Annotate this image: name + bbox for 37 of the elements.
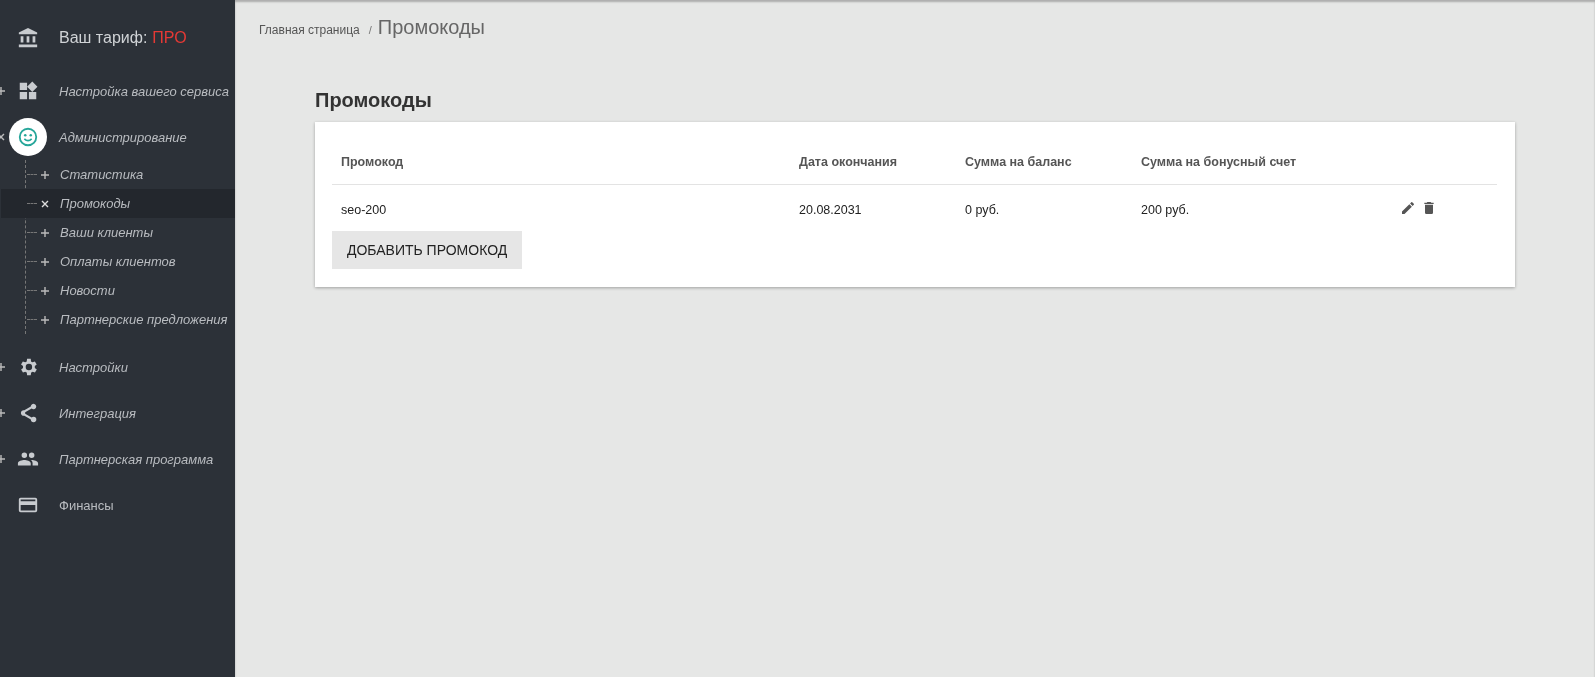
submenu-item[interactable]: Статистика xyxy=(1,160,235,189)
plus-icon xyxy=(41,170,49,179)
plan-label: Ваш тариф: xyxy=(59,29,148,47)
plus-icon xyxy=(41,257,49,266)
column-header: Промокод xyxy=(332,140,790,185)
plus-icon xyxy=(41,228,49,237)
table-cell: seo-200 xyxy=(332,184,790,231)
widgets-icon xyxy=(17,80,39,102)
sidebar-item[interactable]: Финансы xyxy=(0,482,235,528)
breadcrumb-link[interactable]: Главная страница xyxy=(259,23,360,37)
table-cell: 0 руб. xyxy=(956,184,1132,231)
trash-icon[interactable] xyxy=(1421,200,1437,216)
column-header: Сумма на баланс xyxy=(956,140,1132,185)
sidebar-item[interactable]: Интеграция xyxy=(0,390,235,436)
add-promo-button[interactable]: ДОБАВИТЬ ПРОМОКОД xyxy=(332,231,523,269)
sidebar-item[interactable]: Настройка вашего сервиса xyxy=(0,68,235,114)
table-cell: 20.08.2031 xyxy=(790,184,956,231)
plan-value: ПРО xyxy=(152,29,187,47)
sidebar-item[interactable]: Партнерская программа xyxy=(0,436,235,482)
page-title: Промокоды xyxy=(315,89,433,112)
column-header: Сумма на бонусный счет xyxy=(1132,140,1355,185)
sidebar-item[interactable]: Настройки xyxy=(0,344,235,390)
plus-icon xyxy=(41,286,49,295)
breadcrumb-separator: / xyxy=(368,24,372,36)
smiley-icon xyxy=(17,126,39,148)
submenu-item[interactable]: Новости xyxy=(1,276,235,305)
breadcrumb-current: Промокоды xyxy=(377,16,485,39)
bank-icon xyxy=(17,27,39,49)
plus-icon xyxy=(41,315,49,324)
column-header: Дата окончания xyxy=(790,140,956,185)
edit-icon[interactable] xyxy=(1400,200,1416,216)
table-cell: 200 руб. xyxy=(1132,184,1355,231)
submenu-item[interactable]: Ваши клиенты xyxy=(1,218,235,247)
sidebar-item[interactable]: Администрирование xyxy=(0,114,235,160)
submenu-item[interactable]: Оплаты клиентов xyxy=(1,247,235,276)
submenu-item[interactable]: Промокоды xyxy=(1,189,235,218)
submenu-item[interactable]: Партнерские предложения xyxy=(1,305,235,334)
